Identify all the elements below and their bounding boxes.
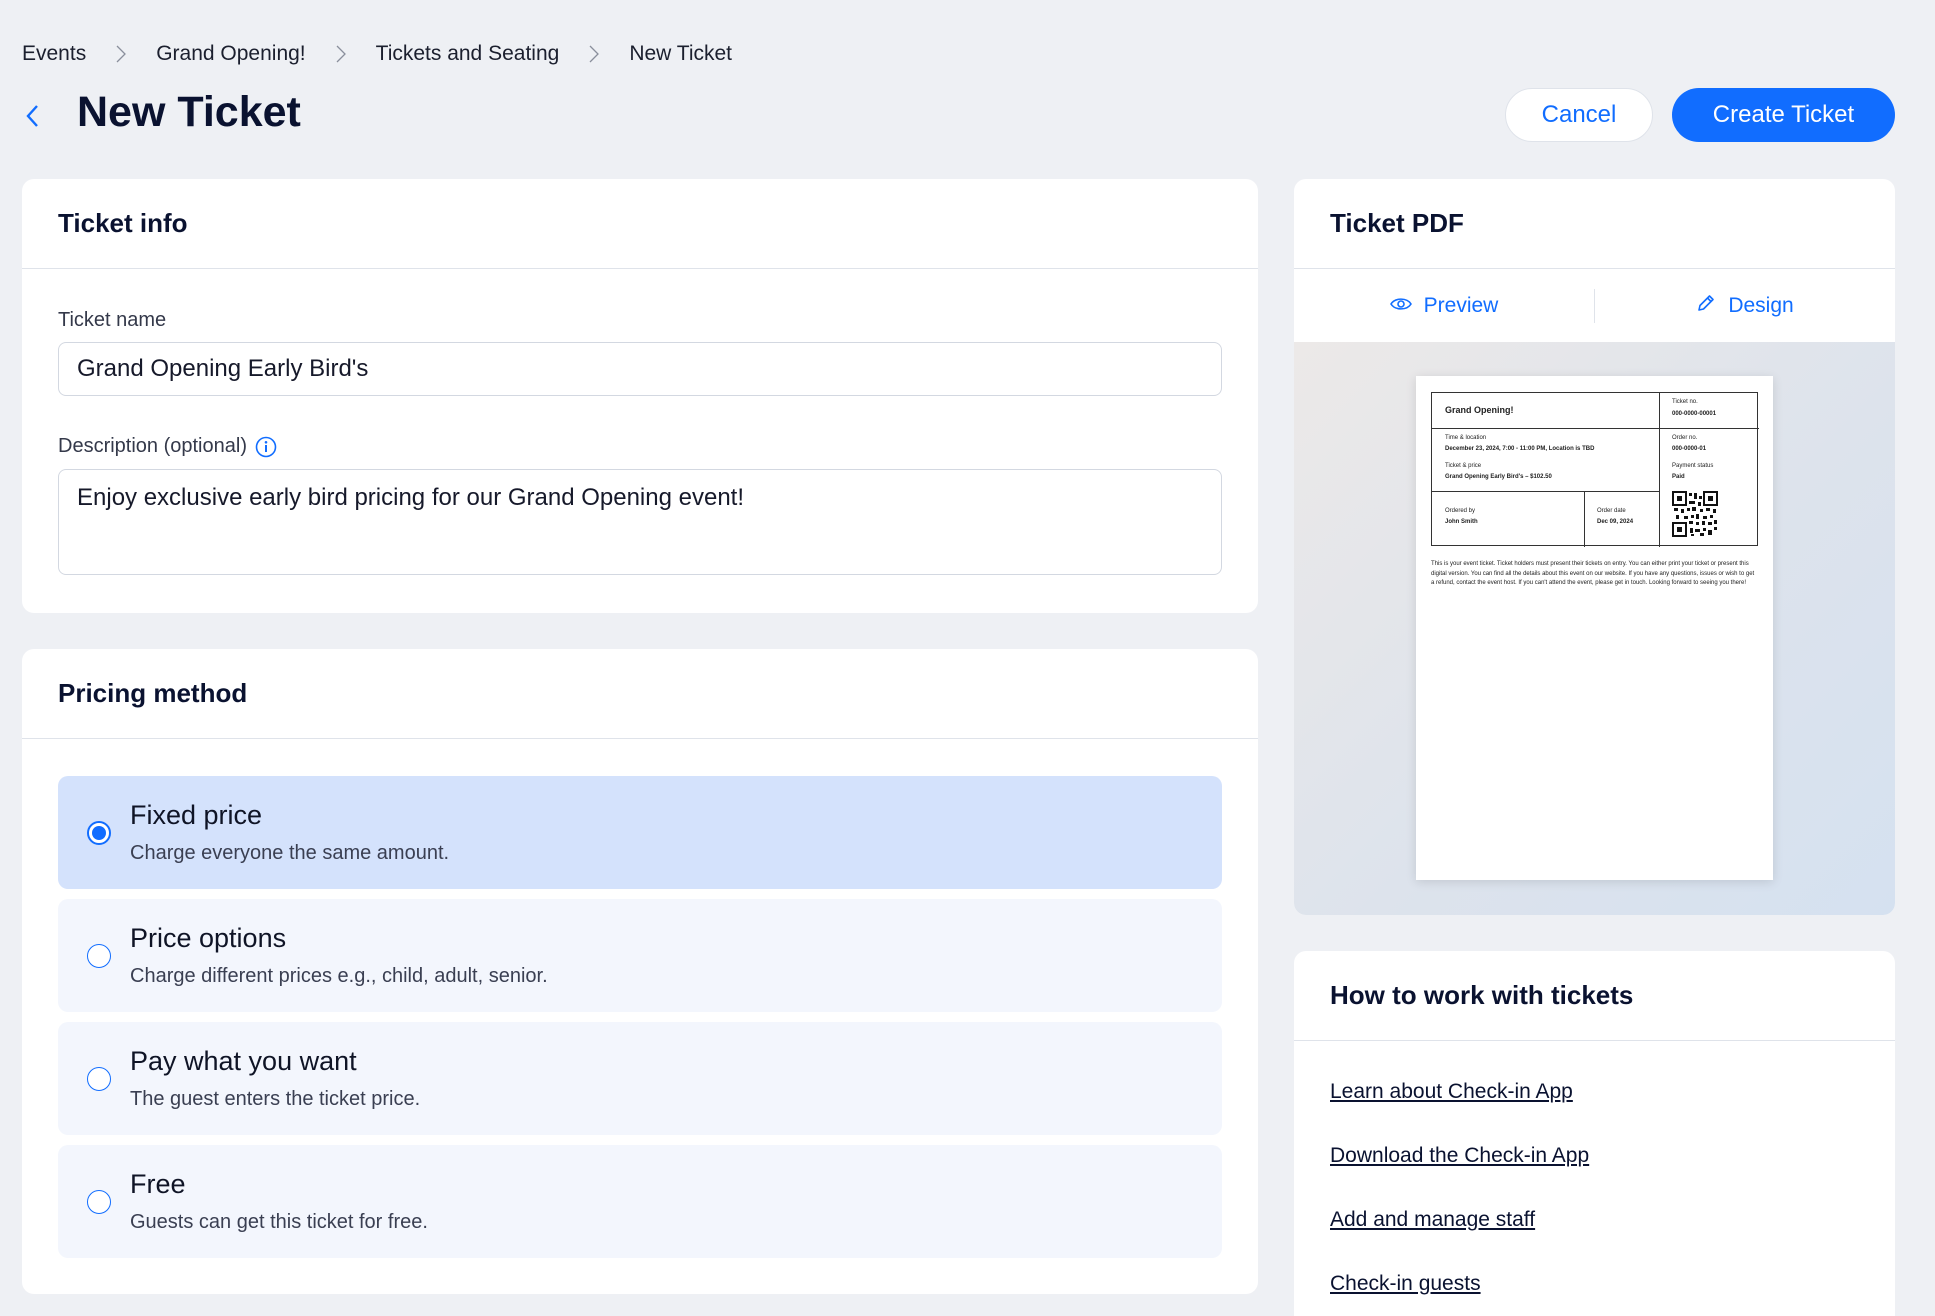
radio-button[interactable] [87,944,111,968]
option-title: Pay what you want [130,1046,357,1076]
option-title: Price options [130,923,287,953]
description-label: Description (optional) [58,435,277,458]
pricing-method-title: Pricing method [22,649,1258,739]
how-to-links: Learn about Check-in App Download the Ch… [1330,1079,1589,1316]
pencil-icon [1696,293,1716,319]
chevron-right-icon [116,45,127,63]
pdf-ticket-no: 000-0000-00001 [1672,411,1717,417]
pricing-option-price-options[interactable]: Price options Charge different prices e.… [58,899,1222,1012]
pdf-tabs: Preview Design [1294,270,1895,342]
link-add-manage-staff[interactable]: Add and manage staff [1330,1207,1589,1233]
qr-code-icon [1672,491,1718,537]
breadcrumb-item-current: New Ticket [629,42,733,65]
pricing-method-card: Pricing method Fixed price Charge everyo… [22,649,1258,1294]
pdf-order-date: Dec 09, 2024 [1597,519,1634,525]
pdf-event-name: Grand Opening! [1445,405,1514,415]
option-description: Charge everyone the same amount. [130,842,450,864]
option-description: Charge different prices e.g., child, adu… [130,965,548,987]
pdf-ticket-no-label: Ticket no. [1672,399,1698,405]
eye-icon [1389,294,1412,318]
pdf-preview-area: Grand Opening! Ticket no. 000-0000-00001… [1294,342,1895,915]
breadcrumb-item-tickets[interactable]: Tickets and Seating [376,42,560,66]
chevron-right-icon [336,45,346,63]
pdf-order-date-label: Order date [1597,508,1626,514]
breadcrumb: Events Grand Opening! Tickets and Seatin… [22,42,732,66]
pdf-payment-status-label: Payment status [1672,463,1714,469]
option-title: Fixed price [130,800,263,830]
pdf-time-location: December 23, 2024, 7:00 - 11:00 PM, Loca… [1445,446,1595,452]
radio-button[interactable] [87,1190,111,1214]
create-ticket-button[interactable]: Create Ticket [1672,88,1895,142]
description-textarea[interactable]: Enjoy exclusive early bird pricing for o… [58,469,1222,575]
back-arrow-icon[interactable] [20,100,44,132]
link-download-checkin-app[interactable]: Download the Check-in App [1330,1143,1589,1169]
ticket-pdf-table: Grand Opening! Ticket no. 000-0000-00001… [1431,392,1759,547]
pdf-ticket-price-label: Ticket & price [1445,463,1482,469]
pdf-ordered-by: John Smith [1445,519,1478,525]
radio-button[interactable] [87,1067,111,1091]
ticket-info-card: Ticket info Ticket name Grand Opening Ea… [22,179,1258,613]
pdf-payment-status: Paid [1672,474,1685,480]
breadcrumb-item-event[interactable]: Grand Opening! [156,42,305,66]
ticket-info-title: Ticket info [22,179,1258,269]
radio-button-selected[interactable] [87,821,111,845]
link-checkin-guests[interactable]: Check-in guests [1330,1271,1589,1297]
info-icon[interactable] [255,436,277,458]
ticket-name-label-text: Ticket name [58,309,167,331]
design-label: Design [1728,294,1794,317]
cancel-button[interactable]: Cancel [1505,88,1653,142]
option-description: Guests can get this ticket for free. [130,1211,428,1233]
preview-button[interactable]: Preview [1294,294,1594,318]
page-title: New Ticket [77,88,301,136]
pricing-option-fixed[interactable]: Fixed price Charge everyone the same amo… [58,776,1222,889]
chevron-right-icon [589,45,600,63]
ticket-name-label: Ticket name [58,309,166,332]
option-description: The guest enters the ticket price. [130,1088,421,1110]
pricing-option-pay-what-you-want[interactable]: Pay what you want The guest enters the t… [58,1022,1222,1135]
link-learn-checkin-app[interactable]: Learn about Check-in App [1330,1079,1589,1105]
design-button[interactable]: Design [1595,293,1895,319]
how-to-card: How to work with tickets Learn about Che… [1294,951,1895,1316]
pdf-footer-text: This is your event ticket. Ticket holder… [1431,561,1755,586]
pdf-order-no: 000-0000-01 [1672,446,1707,452]
pdf-ticket-price: Grand Opening Early Bird's – $102.50 [1445,474,1552,480]
ticket-pdf-title: Ticket PDF [1294,179,1895,269]
pdf-order-no-label: Order no. [1672,435,1698,441]
pricing-option-free[interactable]: Free Guests can get this ticket for free… [58,1145,1222,1258]
pdf-time-location-label: Time & location [1445,435,1487,441]
breadcrumb-item-events[interactable]: Events [22,42,86,66]
ticket-pdf-card: Ticket PDF Preview Design Grand Opening!… [1294,179,1895,915]
pdf-ordered-by-label: Ordered by [1445,508,1476,514]
ticket-pdf-page: Grand Opening! Ticket no. 000-0000-00001… [1416,376,1773,880]
option-title: Free [130,1169,186,1199]
preview-label: Preview [1423,294,1499,317]
description-label-text: Description (optional) [58,435,247,457]
ticket-name-input[interactable]: Grand Opening Early Bird's [58,342,1222,396]
how-to-title: How to work with tickets [1294,951,1895,1041]
